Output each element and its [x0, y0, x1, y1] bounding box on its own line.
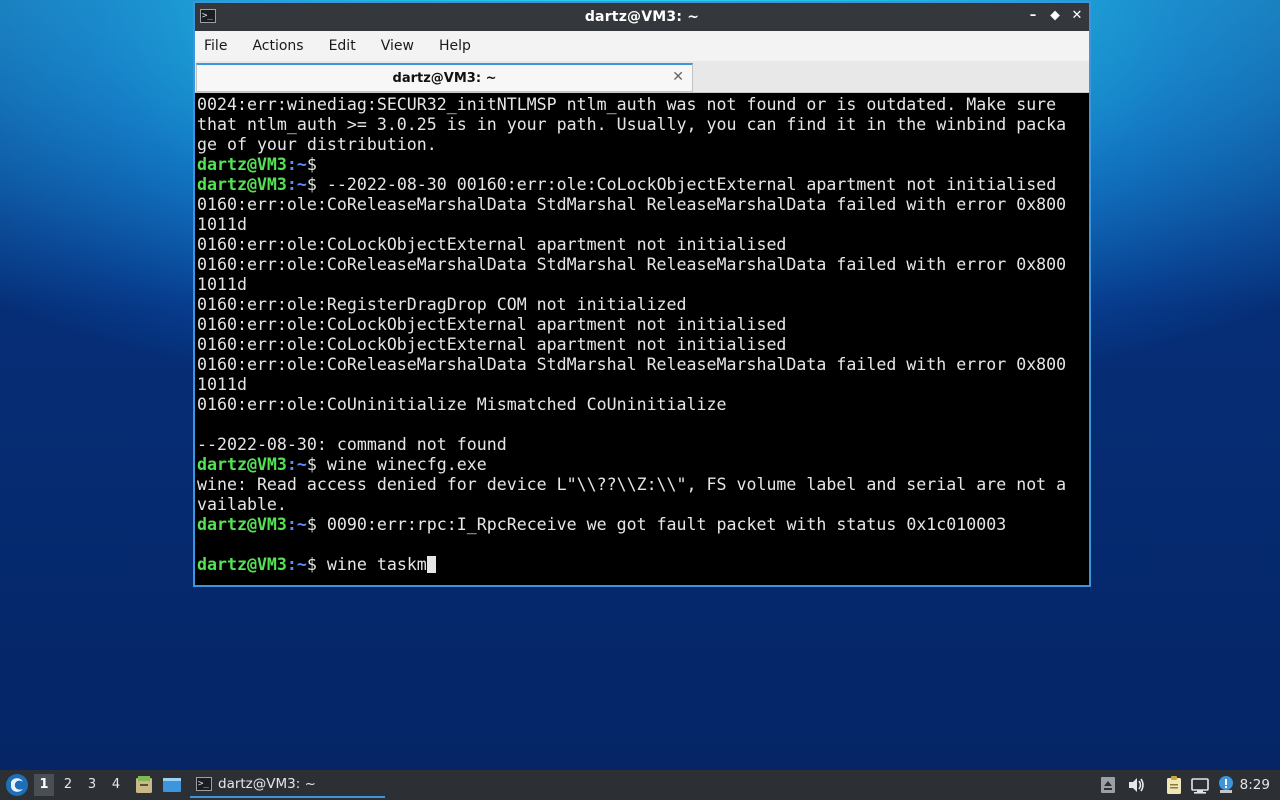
line-text: wine winecfg.exe	[326, 455, 487, 474]
line-text: 0160:err:ole:CoReleaseMarshalData StdMar…	[197, 355, 1067, 374]
terminal-line: dartz@VM3:~$ wine taskm	[197, 555, 1089, 575]
line-text: vailable.	[197, 495, 287, 514]
line-text: 0160:err:ole:CoReleaseMarshalData StdMar…	[197, 255, 1067, 274]
line-text: 1011d	[197, 215, 247, 234]
terminal-line: 0024:err:winediag:SECUR32_initNTLMSP ntl…	[197, 95, 1089, 115]
terminal-line: 0160:err:ole:CoReleaseMarshalData StdMar…	[197, 195, 1089, 215]
terminal-line: 0160:err:ole:RegisterDragDrop COM not in…	[197, 295, 1089, 315]
prompt-symbol: $	[306, 455, 327, 474]
terminal-line: 1011d	[197, 375, 1089, 395]
workspace-4[interactable]: 4	[106, 774, 126, 796]
prompt-path: :~	[286, 175, 307, 194]
terminal-line: 0160:err:ole:CoReleaseMarshalData StdMar…	[197, 355, 1089, 375]
line-text: 0160:err:ole:CoReleaseMarshalData StdMar…	[197, 195, 1067, 214]
tab-label: dartz@VM3: ~	[392, 70, 497, 86]
line-text: --2022-08-30 00160:err:ole:CoLockObjectE…	[326, 175, 1057, 194]
maximize-button[interactable]: ⬥	[1049, 8, 1061, 24]
prompt-user: dartz@VM3	[197, 515, 287, 534]
line-text: wine taskm	[326, 555, 427, 574]
terminal-output[interactable]: 0024:err:winediag:SECUR32_initNTLMSP ntl…	[195, 95, 1089, 585]
menu-help[interactable]: Help	[439, 38, 471, 54]
line-text: 0090:err:rpc:I_RpcReceive we got fault p…	[326, 515, 1007, 534]
file-manager-icon[interactable]	[134, 775, 154, 795]
tab-bar: dartz@VM3: ~ ✕	[195, 61, 1089, 93]
clipboard-icon[interactable]	[1164, 775, 1184, 795]
line-text: 0160:err:ole:CoLockObjectExternal apartm…	[197, 335, 787, 354]
prompt-user: dartz@VM3	[197, 455, 287, 474]
removable-media-icon[interactable]	[1098, 775, 1118, 795]
terminal-line: --2022-08-30: command not found	[197, 435, 1089, 455]
terminal-line: 0160:err:ole:CoUninitialize Mismatched C…	[197, 395, 1089, 415]
terminal-icon: >_	[196, 777, 212, 791]
line-text: --2022-08-30: command not found	[197, 435, 507, 454]
line-text: ge of your distribution.	[197, 135, 437, 154]
terminal-line: that ntlm_auth >= 3.0.25 is in your path…	[197, 115, 1089, 135]
menu-bar: File Actions Edit View Help	[195, 31, 1089, 61]
taskbar: 1 2 3 4 >_ dartz@VM3: ~ 8:29	[0, 770, 1280, 800]
line-text: 1011d	[197, 375, 247, 394]
line-text: 0160:err:ole:CoLockObjectExternal apartm…	[197, 315, 787, 334]
prompt-path: :~	[286, 555, 307, 574]
workspace-2[interactable]: 2	[58, 774, 78, 796]
text-cursor	[426, 556, 436, 573]
tab-close-icon[interactable]: ✕	[672, 69, 684, 85]
tab-terminal[interactable]: dartz@VM3: ~ ✕	[196, 63, 693, 92]
terminal-line: ge of your distribution.	[197, 135, 1089, 155]
menu-edit[interactable]: Edit	[329, 38, 356, 54]
lxqt-start-icon[interactable]	[4, 772, 30, 798]
terminal-line: vailable.	[197, 495, 1089, 515]
prompt-user: dartz@VM3	[197, 555, 287, 574]
terminal-line: 0160:err:ole:CoReleaseMarshalData StdMar…	[197, 255, 1089, 275]
line-text: 0160:err:ole:CoLockObjectExternal apartm…	[197, 235, 787, 254]
volume-icon[interactable]	[1126, 775, 1146, 795]
line-text: 0024:err:winediag:SECUR32_initNTLMSP ntl…	[197, 95, 1057, 114]
prompt-symbol: $	[306, 515, 327, 534]
prompt-path: :~	[286, 155, 307, 174]
prompt-symbol: $	[306, 155, 327, 174]
terminal-line: dartz@VM3:~$ --2022-08-30 00160:err:ole:…	[197, 175, 1089, 195]
terminal-scrollbar[interactable]	[1087, 95, 1089, 585]
terminal-icon[interactable]: >_	[200, 9, 216, 23]
workspace-3[interactable]: 3	[82, 774, 102, 796]
line-text: wine: Read access denied for device L"\\…	[197, 475, 1067, 494]
prompt-user: dartz@VM3	[197, 175, 287, 194]
terminal-window[interactable]: >_ dartz@VM3: ~ – ⬥ ✕ File Actions Edit …	[193, 1, 1091, 587]
terminal-line: dartz@VM3:~$	[197, 155, 1089, 175]
prompt-symbol: $	[306, 175, 327, 194]
prompt-path: :~	[286, 455, 307, 474]
clock[interactable]: 8:29	[1240, 770, 1270, 800]
task-label: dartz@VM3: ~	[218, 776, 316, 792]
terminal-line: wine: Read access denied for device L"\\…	[197, 475, 1089, 495]
terminal-line: dartz@VM3:~$ wine winecfg.exe	[197, 455, 1089, 475]
terminal-line: 1011d	[197, 215, 1089, 235]
prompt-symbol: $	[306, 555, 327, 574]
menu-view[interactable]: View	[381, 38, 414, 54]
prompt-user: dartz@VM3	[197, 155, 287, 174]
terminal-line: dartz@VM3:~$ 0090:err:rpc:I_RpcReceive w…	[197, 515, 1089, 535]
title-bar[interactable]: >_ dartz@VM3: ~ – ⬥ ✕	[195, 3, 1089, 31]
line-text: 0160:err:ole:RegisterDragDrop COM not in…	[197, 295, 687, 314]
terminal-line: 0160:err:ole:CoLockObjectExternal apartm…	[197, 235, 1089, 255]
terminal-line: 0160:err:ole:CoLockObjectExternal apartm…	[197, 335, 1089, 355]
workspace-1[interactable]: 1	[34, 774, 54, 796]
network-icon[interactable]	[1190, 775, 1210, 795]
taskbar-task-terminal[interactable]: >_ dartz@VM3: ~	[190, 772, 385, 798]
window-controls: – ⬥ ✕	[1027, 8, 1083, 24]
line-text: 1011d	[197, 275, 247, 294]
close-button[interactable]: ✕	[1071, 8, 1083, 24]
prompt-path: :~	[286, 515, 307, 534]
menu-file[interactable]: File	[204, 38, 227, 54]
line-text: 0160:err:ole:CoUninitialize Mismatched C…	[197, 395, 727, 414]
terminal-line: 0160:err:ole:CoLockObjectExternal apartm…	[197, 315, 1089, 335]
window-title: dartz@VM3: ~	[584, 9, 700, 25]
line-text: that ntlm_auth >= 3.0.25 is in your path…	[197, 115, 1067, 134]
show-desktop-icon[interactable]	[162, 775, 182, 795]
minimize-button[interactable]: –	[1027, 8, 1039, 24]
menu-actions[interactable]: Actions	[252, 38, 303, 54]
update-notifier-icon[interactable]	[1216, 775, 1236, 795]
terminal-line: 1011d	[197, 275, 1089, 295]
